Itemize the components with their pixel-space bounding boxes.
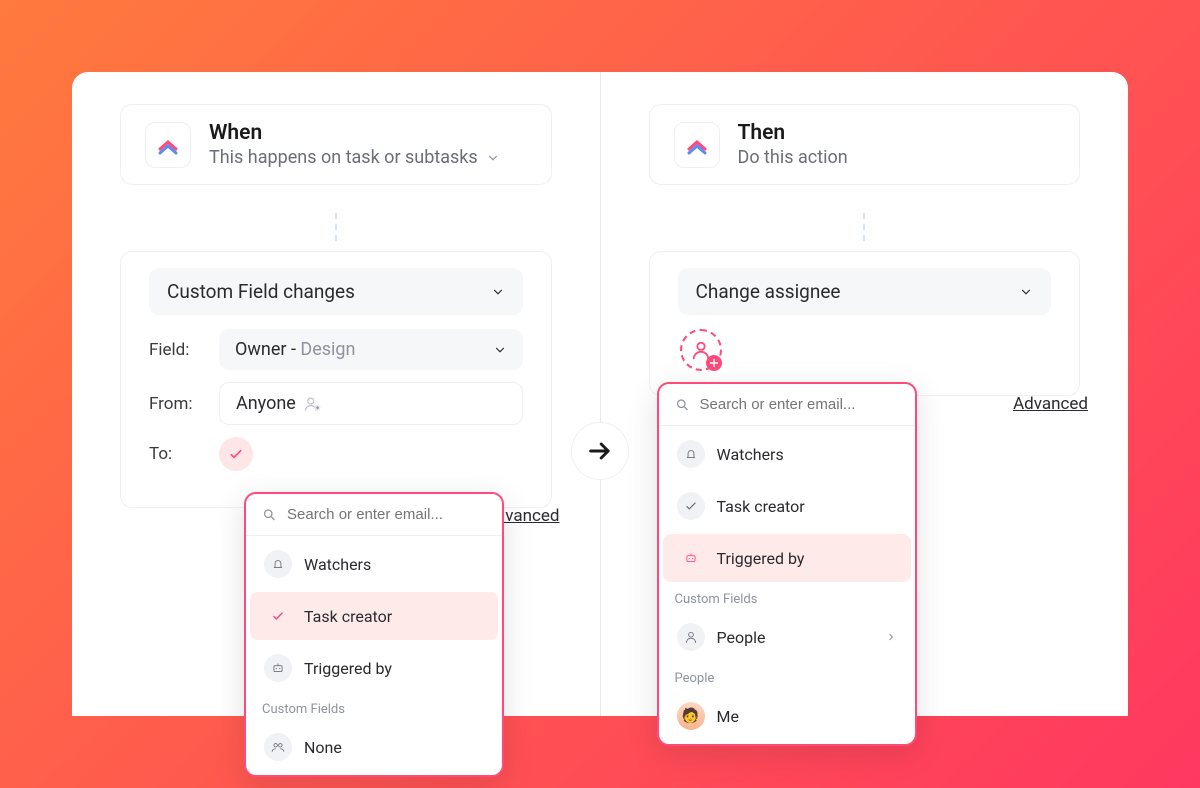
check-icon <box>264 602 292 630</box>
to-selected-chip[interactable] <box>219 437 253 471</box>
dropdown-item-triggered-by[interactable]: Triggered by <box>250 644 498 692</box>
automation-canvas: When This happens on task or subtasks Cu… <box>72 72 1128 716</box>
dropdown-item-label: Triggered by <box>717 549 805 568</box>
connector-line <box>863 213 865 241</box>
dropdown-item-label: Task creator <box>304 607 392 626</box>
field-value-owner: Owner - <box>235 339 300 360</box>
assignee-dropdown: Watchers Task creator Triggered by Custo… <box>657 382 917 746</box>
dropdown-search-input[interactable] <box>287 506 486 523</box>
when-header-card: When This happens on task or subtasks <box>120 104 552 185</box>
dropdown-item-label: Triggered by <box>304 659 392 678</box>
action-type-select[interactable]: Change assignee <box>678 268 1052 315</box>
plus-icon <box>706 355 722 371</box>
when-subtitle-row[interactable]: This happens on task or subtasks <box>209 147 500 168</box>
dropdown-item-label: Me <box>717 707 739 726</box>
action-card: Change assignee <box>649 251 1081 396</box>
from-value: Anyone <box>236 393 296 414</box>
search-icon <box>262 507 277 523</box>
robot-icon <box>677 544 705 572</box>
to-row: To: <box>149 437 523 471</box>
field-value-design: Design <box>300 339 355 360</box>
dropdown-item-label: Task creator <box>717 497 805 516</box>
then-subtitle: Do this action <box>738 147 848 168</box>
dropdown-item-label: Watchers <box>717 445 784 464</box>
dropdown-item-none[interactable]: None <box>250 723 498 771</box>
dropdown-item-label: People <box>717 628 766 647</box>
connector-line <box>335 213 337 241</box>
then-column: Then Do this action Change assignee Adva… <box>601 72 1129 716</box>
search-icon <box>675 397 690 413</box>
field-label: Field: <box>149 340 201 360</box>
dropdown-item-watchers[interactable]: Watchers <box>250 540 498 588</box>
to-dropdown: Watchers Task creator Triggered by Custo… <box>244 492 504 777</box>
when-column: When This happens on task or subtasks Cu… <box>72 72 600 716</box>
dropdown-item-task-creator[interactable]: Task creator <box>663 482 911 530</box>
robot-icon <box>264 654 292 682</box>
dropdown-search-row <box>659 384 915 426</box>
dropdown-item-watchers[interactable]: Watchers <box>663 430 911 478</box>
chevron-down-icon <box>493 343 507 357</box>
chevron-down-icon <box>486 151 500 165</box>
dropdown-item-task-creator[interactable]: Task creator <box>250 592 498 640</box>
dropdown-section-custom-fields: Custom Fields <box>659 586 915 609</box>
people-icon <box>264 733 292 761</box>
add-assignee-button[interactable] <box>680 329 722 371</box>
field-row: Field: Owner - Design <box>149 329 523 370</box>
dropdown-search-input[interactable] <box>700 396 899 413</box>
dropdown-item-me[interactable]: 🧑 Me <box>663 692 911 740</box>
to-label: To: <box>149 444 201 464</box>
dropdown-search-row <box>246 494 502 536</box>
bell-icon <box>264 550 292 578</box>
clickup-logo-icon <box>145 122 191 168</box>
when-title: When <box>209 121 500 145</box>
from-select[interactable]: Anyone <box>219 382 523 425</box>
bell-icon <box>677 440 705 468</box>
trigger-card: Custom Field changes Field: Owner - Desi… <box>120 251 552 508</box>
check-icon <box>677 492 705 520</box>
flow-arrow-icon <box>571 422 629 480</box>
then-title: Then <box>738 121 848 145</box>
check-icon <box>228 446 244 462</box>
chevron-right-icon <box>885 631 897 643</box>
advanced-link[interactable]: Advanced <box>1013 394 1088 414</box>
trigger-type-label: Custom Field changes <box>167 280 355 303</box>
person-icon <box>677 623 705 651</box>
chevron-down-icon <box>491 285 505 299</box>
add-person-icon <box>304 395 322 413</box>
then-header-card: Then Do this action <box>649 104 1081 185</box>
dropdown-item-triggered-by[interactable]: Triggered by <box>663 534 911 582</box>
from-row: From: Anyone <box>149 382 523 425</box>
action-type-label: Change assignee <box>696 280 841 303</box>
dropdown-section-people: People <box>659 665 915 688</box>
avatar: 🧑 <box>677 702 705 730</box>
field-select[interactable]: Owner - Design <box>219 329 523 370</box>
when-subtitle: This happens on task or subtasks <box>209 147 478 168</box>
clickup-logo-icon <box>674 122 720 168</box>
trigger-type-select[interactable]: Custom Field changes <box>149 268 523 315</box>
dropdown-item-people[interactable]: People <box>663 613 911 661</box>
dropdown-item-label: None <box>304 738 342 757</box>
dropdown-item-label: Watchers <box>304 555 371 574</box>
from-label: From: <box>149 394 201 414</box>
chevron-down-icon <box>1019 285 1033 299</box>
